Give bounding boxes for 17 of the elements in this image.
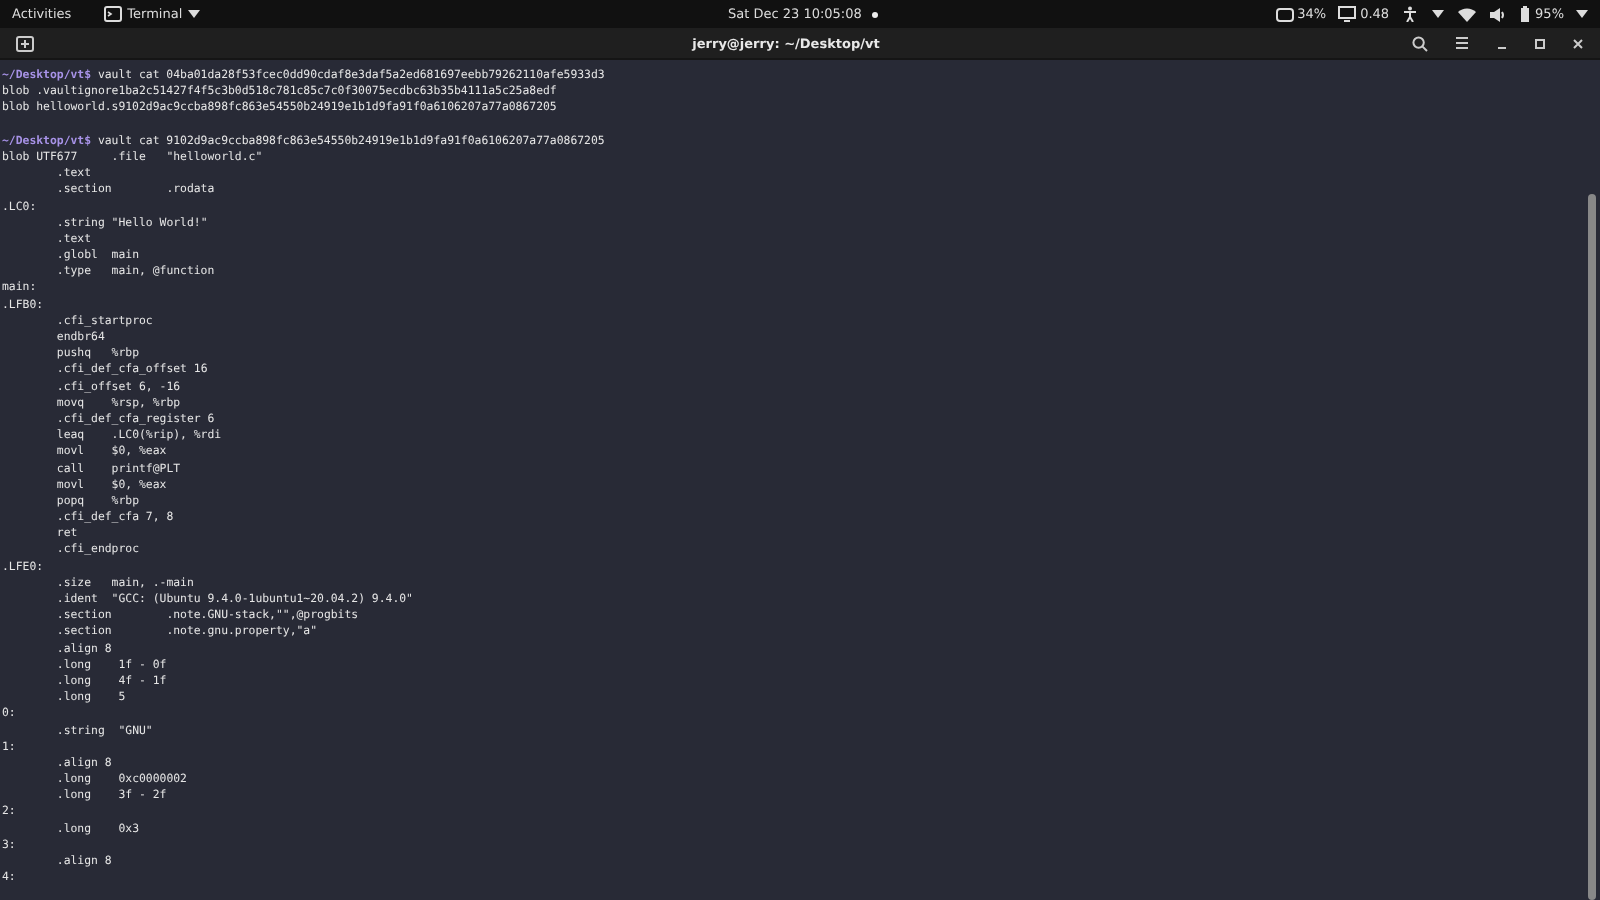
search-icon[interactable] <box>1412 35 1428 51</box>
maximize-icon[interactable] <box>1534 37 1546 49</box>
battery-icon[interactable] <box>1519 6 1530 22</box>
speaker-icon[interactable] <box>1489 7 1506 21</box>
accessibility-icon[interactable] <box>1401 6 1418 22</box>
caret-icon <box>1431 10 1444 18</box>
close-icon[interactable] <box>1572 37 1584 49</box>
menu-icon[interactable] <box>1454 36 1470 50</box>
caret-icon[interactable] <box>1576 10 1588 18</box>
scrollbar-thumb[interactable] <box>1588 194 1596 900</box>
monitor-icon <box>1338 6 1357 22</box>
new-tab-icon <box>16 35 34 51</box>
caret-icon <box>188 10 201 18</box>
wifi-icon[interactable] <box>1457 7 1476 21</box>
terminal-icon <box>103 6 122 22</box>
notification-dot <box>871 11 878 17</box>
new-tab-button[interactable] <box>10 33 40 53</box>
